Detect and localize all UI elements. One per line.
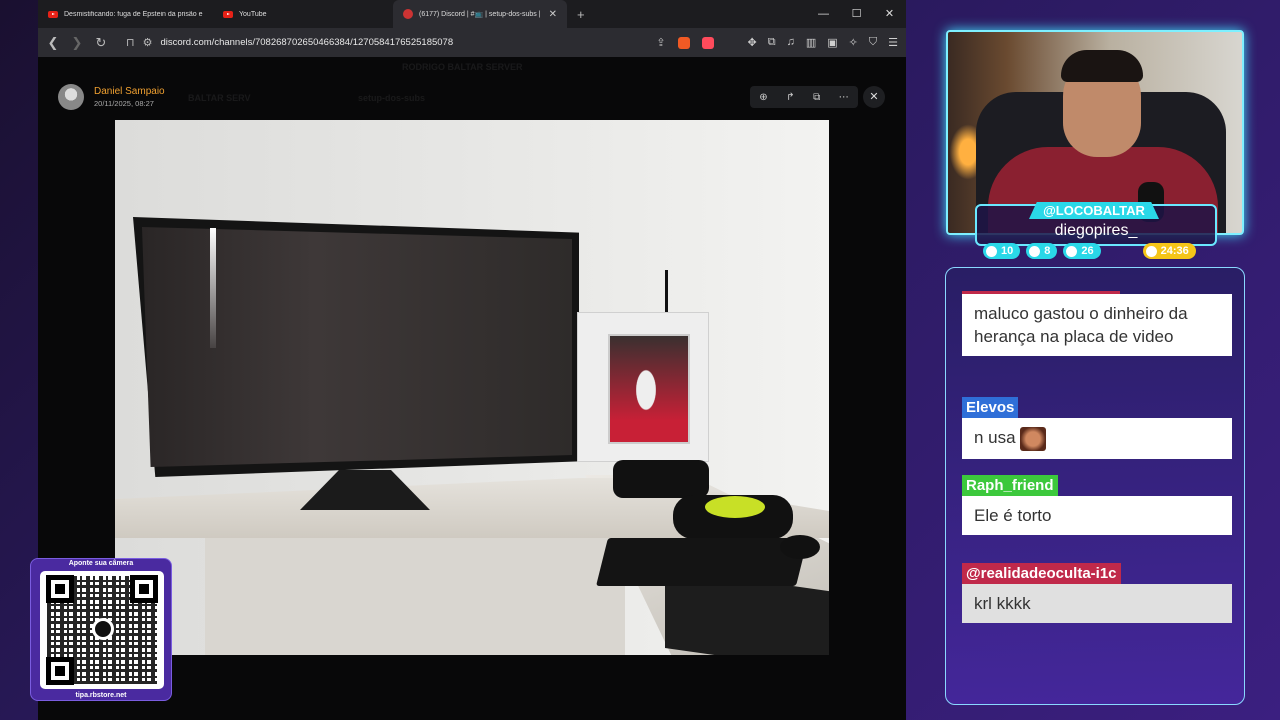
qr-donation-box: Aponte sua câmera tipa.rbstore.net bbox=[30, 558, 172, 701]
stream-timer-badge: 24:36 bbox=[1142, 243, 1196, 259]
photo-mouse bbox=[780, 535, 820, 559]
photo-tv-screen bbox=[142, 227, 572, 467]
share-icon[interactable]: ⇪ bbox=[656, 36, 665, 49]
close-window-button[interactable]: ✕ bbox=[873, 0, 906, 28]
chat-message-text: n usa bbox=[962, 418, 1232, 459]
address-field[interactable]: ⊓ ⚙ discord.com/channels/708268702650466… bbox=[118, 32, 646, 53]
forward-button[interactable]: ❯ bbox=[70, 35, 84, 51]
chat-message: Elevos n usa bbox=[962, 397, 1232, 459]
clock-icon bbox=[1145, 245, 1157, 257]
photo-keyboard bbox=[596, 538, 808, 586]
streamer-handle: @LOCOBALTAR bbox=[1029, 202, 1159, 219]
new-tab-button[interactable]: + bbox=[577, 7, 585, 22]
viewer-toolbar: ⊕ ↱ ⧉ ⋯ bbox=[750, 86, 858, 108]
avatar[interactable] bbox=[58, 84, 84, 110]
youtube-viewers-badge: 8 bbox=[1026, 243, 1058, 259]
photo-handheld-console bbox=[613, 460, 709, 498]
chat-username: Raph_friend bbox=[962, 475, 1058, 496]
chat-message-text: maluco gastou o dinheiro da herança na p… bbox=[962, 294, 1232, 356]
photo-router-antenna bbox=[665, 270, 668, 314]
forward-icon[interactable]: ↱ bbox=[786, 92, 794, 103]
sidebar-icon[interactable]: ▥ bbox=[806, 36, 816, 49]
streamer-name: diegopires_ bbox=[1054, 222, 1138, 239]
viewer-stats: 10 8 26 24:36 bbox=[983, 243, 1196, 259]
url-actions: ⇪ bbox=[656, 36, 714, 49]
setup-photo[interactable] bbox=[115, 120, 829, 655]
vpn-icon[interactable]: ⛉ bbox=[869, 36, 877, 49]
twitch-viewers-badge: 10 bbox=[983, 243, 1021, 259]
ghost-server-name: RODRIGO BALTAR SERVER bbox=[402, 62, 523, 72]
site-settings-icon[interactable]: ⚙ bbox=[143, 36, 153, 49]
tab-youtube-video[interactable]: Desmistificando: fuga de Epstein da pris… bbox=[38, 0, 213, 28]
screenshot-icon[interactable]: ⧉ bbox=[768, 36, 776, 49]
twitch-count: 10 bbox=[1001, 245, 1014, 257]
chat-message: Raph_friend Ele é torto bbox=[962, 475, 1232, 535]
chat-message-text-content: n usa bbox=[974, 428, 1016, 447]
chat-username: @realidadeoculta-i1c bbox=[962, 563, 1121, 584]
qr-title: Aponte sua câmera bbox=[68, 560, 134, 567]
bookmark-icon[interactable]: ⊓ bbox=[126, 36, 135, 49]
tab-discord[interactable]: (6177) Discord | #📺 | setup-dos-subs | ✕ bbox=[393, 0, 567, 28]
qr-url: tipa.rbstore.net bbox=[75, 692, 127, 699]
music-icon[interactable]: ♫ bbox=[787, 36, 795, 49]
wallet-icon[interactable]: ▣ bbox=[827, 36, 837, 49]
kick-icon bbox=[1066, 245, 1078, 257]
photo-pc-figure bbox=[631, 360, 661, 420]
window-controls: — ☐ ✕ bbox=[807, 0, 906, 28]
leo-ai-icon[interactable]: ✧ bbox=[849, 36, 858, 49]
chat-message-text: krl kkkk bbox=[962, 584, 1232, 623]
zoom-icon[interactable]: ⊕ bbox=[759, 92, 767, 103]
chat-message-text: Ele é torto bbox=[962, 496, 1232, 535]
address-bar-row: ❮ ❯ ↻ ⊓ ⚙ discord.com/channels/708268702… bbox=[38, 28, 906, 57]
tab-bar: Desmistificando: fuga de Epstein da pris… bbox=[38, 0, 906, 28]
back-button[interactable]: ❮ bbox=[46, 35, 60, 51]
emote-icon bbox=[1020, 426, 1047, 451]
more-icon[interactable]: ⋯ bbox=[839, 92, 849, 103]
url-text: discord.com/channels/708268702650466384/… bbox=[160, 37, 454, 48]
youtube-icon bbox=[1029, 245, 1041, 257]
qr-finder bbox=[46, 575, 74, 603]
tab-label: (6177) Discord | #📺 | setup-dos-subs | bbox=[419, 11, 541, 18]
brave-rewards-icon[interactable] bbox=[701, 36, 714, 49]
webcam-person-hair bbox=[1061, 50, 1143, 82]
youtube-count: 8 bbox=[1044, 245, 1051, 257]
ghost-channel: setup-dos-subs bbox=[358, 93, 426, 103]
chat-username: Elevos bbox=[962, 397, 1019, 418]
reload-button[interactable]: ↻ bbox=[94, 35, 108, 51]
maximize-button[interactable]: ☐ bbox=[840, 0, 873, 28]
qr-finder bbox=[46, 657, 74, 685]
stream-timer: 24:36 bbox=[1160, 245, 1189, 257]
uploader-info: Daniel Sampaio 20/11/2025, 08:27 bbox=[58, 84, 165, 110]
chat-message: maluco gastou o dinheiro da herança na p… bbox=[962, 291, 1232, 356]
tab-close-icon[interactable]: ✕ bbox=[549, 9, 557, 20]
kick-viewers-badge: 26 bbox=[1063, 243, 1101, 259]
kick-count: 26 bbox=[1081, 245, 1094, 257]
youtube-icon bbox=[223, 10, 233, 18]
uploader-name[interactable]: Daniel Sampaio bbox=[94, 86, 165, 97]
twitch-icon bbox=[986, 245, 997, 257]
chat-message: @realidadeoculta-i1c krl kkkk bbox=[962, 563, 1232, 623]
photo-reflection bbox=[210, 228, 216, 348]
minimize-button[interactable]: — bbox=[807, 0, 840, 28]
tab-label: Desmistificando: fuga de Epstein da pris… bbox=[64, 10, 203, 18]
qr-finder bbox=[130, 575, 158, 603]
microphone-icon bbox=[92, 618, 114, 640]
ghost-server-short: BALTAR SERV bbox=[188, 93, 251, 103]
brave-shields-icon[interactable] bbox=[677, 36, 690, 49]
photo-yellow-controller bbox=[705, 496, 765, 518]
extensions-toolbar: ✥ ⧉ ♫ ▥ ▣ ✧ ⛉ ☰ bbox=[748, 36, 898, 49]
tab-label: YouTube bbox=[239, 10, 267, 18]
open-external-icon[interactable]: ⧉ bbox=[813, 92, 820, 103]
tab-youtube[interactable]: YouTube bbox=[213, 0, 385, 28]
close-viewer-button[interactable]: ✕ bbox=[863, 86, 885, 108]
discord-icon bbox=[403, 9, 413, 19]
youtube-icon bbox=[48, 10, 58, 18]
qr-code bbox=[40, 571, 164, 689]
extensions-icon[interactable]: ✥ bbox=[748, 36, 757, 49]
menu-icon[interactable]: ☰ bbox=[888, 36, 898, 49]
upload-date: 20/11/2025, 08:27 bbox=[94, 99, 154, 108]
photo-desk-front bbox=[205, 530, 625, 655]
